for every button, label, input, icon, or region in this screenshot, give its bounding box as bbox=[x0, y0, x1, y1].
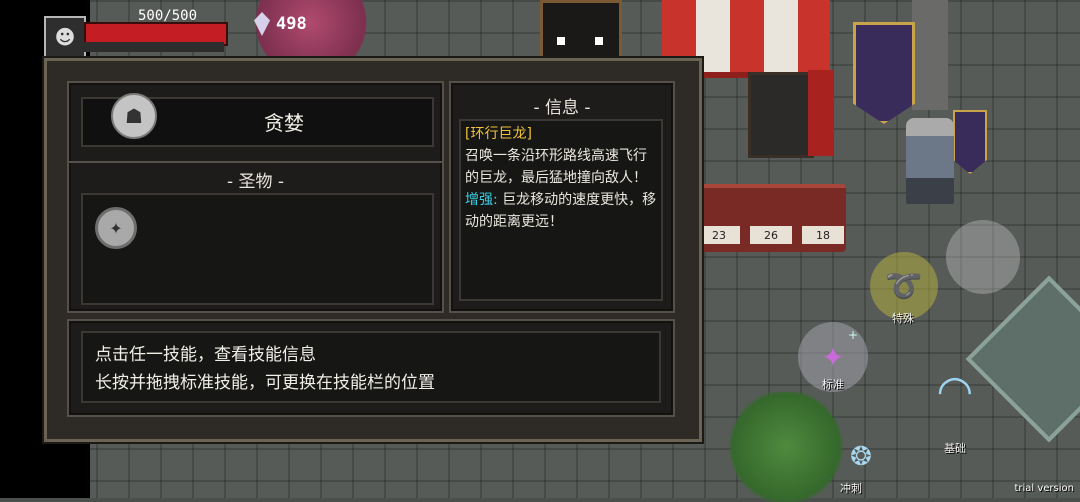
enhance-label: 增强: bbox=[465, 192, 498, 208]
tip-section: 点击任一技能，查看技能信息 长按并拖拽标准技能，可更换在技能栏的位置 bbox=[67, 319, 675, 417]
tip-body: 点击任一技能，查看技能信息 长按并拖拽标准技能，可更换在技能栏的位置 bbox=[81, 331, 661, 403]
trial-watermark: trial version bbox=[1014, 483, 1074, 494]
relic-slot: ✦ bbox=[81, 193, 434, 305]
player-avatar[interactable]: ☻ bbox=[44, 16, 86, 58]
shop-stall bbox=[748, 72, 814, 158]
whirl-icon: ❂ bbox=[850, 442, 872, 472]
price-tag: 26 bbox=[750, 226, 792, 244]
gem-count: 498 bbox=[276, 14, 307, 34]
dash-label: 冲刺 bbox=[840, 482, 862, 495]
stone-pillar bbox=[912, 0, 948, 110]
special-label: 特殊 bbox=[892, 312, 914, 325]
empty-skill-slot-button[interactable] bbox=[946, 220, 1020, 294]
price-tag: 18 bbox=[802, 226, 844, 244]
info-body: [环行巨龙] 召唤一条沿环形路线高速飞行的巨龙，最后猛地撞向敌人！ 增强: 巨龙… bbox=[459, 119, 663, 301]
info-title: - 信息 - bbox=[533, 98, 591, 118]
mana-bar bbox=[84, 42, 224, 52]
plus-icon: + bbox=[848, 328, 859, 342]
info-section: - 信息 - [环行巨龙] 召唤一条沿环形路线高速飞行的巨龙，最后猛地撞向敌人！… bbox=[449, 81, 675, 313]
basic-attack-button[interactable]: ◠ bbox=[915, 350, 995, 430]
wave-icon: ◠ bbox=[936, 365, 974, 415]
chest[interactable] bbox=[540, 0, 622, 60]
guild-banner bbox=[853, 22, 915, 124]
shop-table[interactable]: 23 26 18 bbox=[696, 184, 846, 252]
chest-light bbox=[557, 37, 565, 45]
divider bbox=[69, 161, 442, 163]
health-text: 500/500 bbox=[138, 8, 198, 24]
hooded-skill-icon[interactable]: ☗ bbox=[111, 93, 157, 139]
tip-line: 点击任一技能，查看技能信息 bbox=[95, 345, 316, 365]
standard-label: 标准 bbox=[822, 378, 844, 391]
chest-light bbox=[595, 37, 603, 45]
relic-item-icon[interactable]: ✦ bbox=[95, 207, 137, 249]
relic-title: - 圣物 - bbox=[226, 172, 285, 192]
skill-name: 贪婪 bbox=[264, 111, 304, 135]
price-tag: 23 bbox=[698, 226, 740, 244]
knight-npc[interactable] bbox=[906, 118, 954, 204]
shop-curtain bbox=[808, 70, 834, 156]
relic-section: ☗ 贪婪 - 圣物 - ✦ bbox=[67, 81, 444, 313]
hooded-player-icon: ☻ bbox=[54, 25, 76, 49]
skill-panel: ☗ 贪婪 - 圣物 - ✦ - 信息 - [环行巨龙] 召唤一条沿环形路线高速飞… bbox=[44, 58, 702, 442]
skill-description: 召唤一条沿环形路线高速飞行的巨龙，最后猛地撞向敌人！ bbox=[465, 148, 647, 186]
dash-button[interactable]: ❂ bbox=[842, 438, 880, 476]
crystal-icon: ✦ bbox=[821, 340, 845, 374]
basic-label: 基础 bbox=[944, 442, 966, 455]
ring-icon: ➰ bbox=[885, 268, 923, 304]
skill-tag: [环行巨龙] bbox=[465, 126, 532, 142]
tip-line: 长按并拖拽标准技能，可更换在技能栏的位置 bbox=[95, 373, 435, 393]
